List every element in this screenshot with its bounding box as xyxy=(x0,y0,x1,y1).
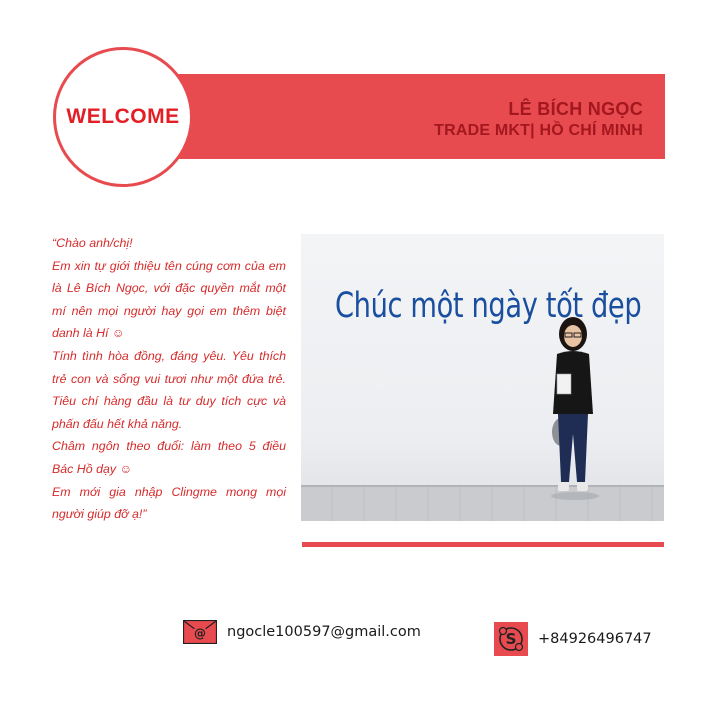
intro-paragraph: “Chào anh/chị! xyxy=(52,236,133,250)
email-address[interactable]: ngocle100597@gmail.com xyxy=(227,624,421,640)
intro-paragraph: Em xin tự giới thiệu tên cúng cơm của em… xyxy=(52,258,286,341)
phone-number[interactable]: +84926496747 xyxy=(538,631,652,647)
profile-role: TRADE MKT| HỒ CHÍ MINH xyxy=(434,122,643,139)
intro-paragraph: Em mới gia nhập Clingme mong mọi người g… xyxy=(52,484,286,522)
name-block: LÊ BÍCH NGỌC TRADE MKT| HỒ CHÍ MINH xyxy=(434,98,643,142)
photo-divider xyxy=(302,542,664,547)
intro-text: “Chào anh/chị! Em xin tự giới thiệu tên … xyxy=(52,232,286,526)
person-figure xyxy=(551,317,599,500)
svg-text:S: S xyxy=(506,630,517,648)
profile-photo: Chúc một ngày tốt đẹp xyxy=(301,234,664,521)
envelope-at-icon: @ xyxy=(183,620,217,644)
skype-icon: S xyxy=(494,622,528,656)
email-contact[interactable]: @ ngocle100597@gmail.com xyxy=(183,620,421,644)
intro-paragraph: Châm ngôn theo đuổi: làm theo 5 điều Bác… xyxy=(52,439,286,476)
profile-card: WELCOME LÊ BÍCH NGỌC TRADE MKT| HỒ CHÍ M… xyxy=(0,0,720,714)
svg-text:@: @ xyxy=(194,627,206,641)
profile-name: LÊ BÍCH NGỌC xyxy=(508,99,643,119)
welcome-badge: WELCOME xyxy=(53,47,193,187)
phone-contact[interactable]: S +84926496747 xyxy=(494,622,652,656)
intro-paragraph: Tính tình hòa đồng, đáng yêu. Yêu thích … xyxy=(52,348,286,431)
welcome-label: WELCOME xyxy=(66,105,180,128)
